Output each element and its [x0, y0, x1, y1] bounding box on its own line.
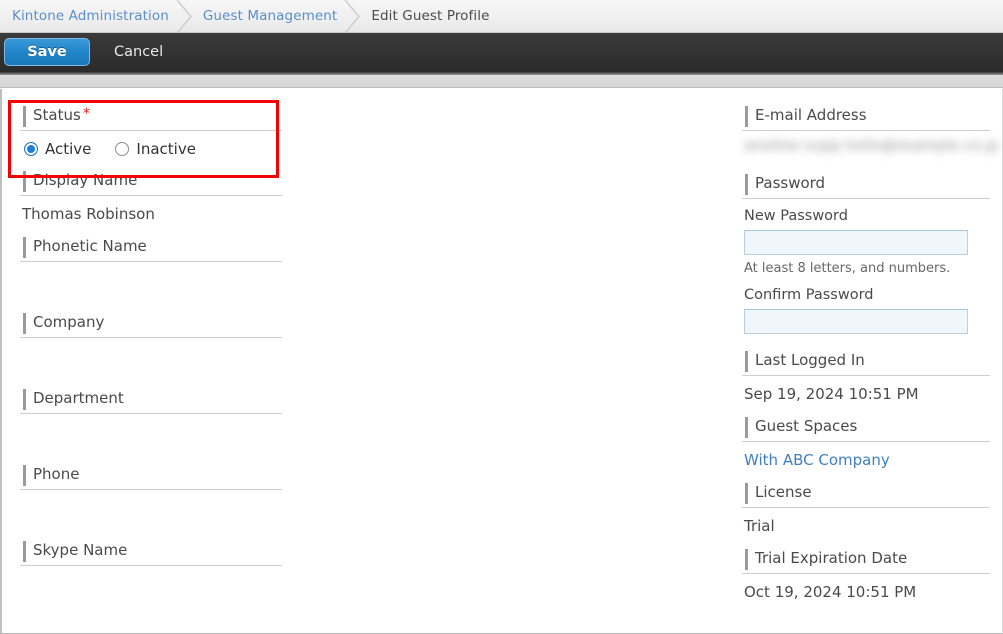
department-label: Department	[20, 388, 282, 414]
phone-label: Phone	[20, 464, 282, 490]
breadcrumb-item-edit-guest-profile: Edit Guest Profile	[371, 8, 490, 24]
left-column: Status * Active Inactive Display Name Tho	[20, 105, 282, 600]
field-phone: Phone	[20, 464, 282, 524]
last-logged-in-label: Last Logged In	[742, 350, 990, 376]
skype-name-label: Skype Name	[20, 540, 282, 566]
confirm-password-label: Confirm Password	[744, 287, 874, 303]
breadcrumb-item-guest-management[interactable]: Guest Management	[203, 8, 337, 24]
field-display-name: Display Name Thomas Robinson	[20, 170, 282, 224]
radio-inactive-icon[interactable]	[115, 142, 130, 156]
field-trial-expiration-date: Trial Expiration Date Oct 19, 2024 10:51…	[742, 548, 990, 602]
display-name-label: Display Name	[20, 170, 282, 196]
email-address-label: E-mail Address	[742, 105, 990, 131]
field-status: Status * Active Inactive	[20, 105, 282, 158]
phone-value	[20, 490, 282, 524]
field-email-address: E-mail Address another.supp.hello@exampl…	[742, 105, 999, 165]
company-label: Company	[20, 312, 282, 338]
guest-spaces-value-link[interactable]: With ABC Company	[742, 442, 990, 470]
status-label: Status *	[20, 105, 282, 131]
breadcrumb-separator-icon	[169, 0, 203, 33]
new-password-label: New Password	[744, 208, 848, 224]
field-last-logged-in: Last Logged In Sep 19, 2024 10:51 PM	[742, 350, 990, 404]
email-address-value-blurred: another.supp.hello@example.co.jp	[742, 135, 999, 165]
new-password-input[interactable]	[744, 230, 968, 255]
email-address-value: another.supp.hello@example.co.jp	[744, 138, 999, 154]
phonetic-name-label: Phonetic Name	[20, 236, 282, 262]
trial-expiration-date-value: Oct 19, 2024 10:51 PM	[744, 583, 917, 601]
save-button[interactable]: Save	[4, 38, 90, 66]
status-required-marker: *	[82, 106, 90, 122]
confirm-password-input[interactable]	[744, 309, 968, 334]
radio-option-inactive[interactable]: Inactive	[115, 140, 196, 158]
password-hint: At least 8 letters, and numbers.	[744, 261, 951, 276]
skype-name-value	[20, 566, 282, 600]
password-label: Password	[742, 173, 990, 199]
field-company: Company	[20, 312, 282, 372]
radio-option-active[interactable]: Active	[24, 140, 91, 158]
action-toolbar: Save Cancel	[0, 33, 1003, 71]
radio-active-icon[interactable]	[24, 142, 38, 156]
department-value	[20, 414, 282, 448]
guest-spaces-label: Guest Spaces	[742, 416, 990, 442]
status-radio-group: Active Inactive	[20, 131, 282, 158]
field-department: Department	[20, 388, 282, 448]
field-license: License Trial	[742, 482, 990, 536]
last-logged-in-value: Sep 19, 2024 10:51 PM	[744, 385, 919, 403]
form-content: Status * Active Inactive Display Name Tho	[0, 89, 1003, 634]
company-value	[20, 338, 282, 372]
radio-inactive-label: Inactive	[136, 140, 196, 158]
breadcrumb: Kintone Administration Guest Management …	[0, 0, 1003, 33]
field-guest-spaces: Guest Spaces With ABC Company	[742, 416, 990, 470]
breadcrumb-separator-icon-2	[337, 0, 371, 33]
breadcrumb-item-kintone-administration[interactable]: Kintone Administration	[12, 8, 169, 24]
edit-guest-profile-page: Kintone Administration Guest Management …	[0, 0, 1003, 634]
field-skype-name: Skype Name	[20, 540, 282, 600]
right-column: E-mail Address another.supp.hello@exampl…	[742, 105, 999, 602]
phonetic-name-value	[20, 262, 282, 296]
display-name-value: Thomas Robinson	[22, 205, 155, 223]
field-password: Password New Password At least 8 letters…	[742, 173, 990, 334]
license-value: Trial	[744, 517, 775, 535]
field-phonetic-name: Phonetic Name	[20, 236, 282, 296]
trial-expiration-date-label: Trial Expiration Date	[742, 548, 990, 574]
status-label-text: Status	[33, 106, 81, 124]
radio-active-label: Active	[45, 140, 92, 158]
license-label: License	[742, 482, 990, 508]
toolbar-lower-band	[0, 75, 1003, 88]
cancel-button[interactable]: Cancel	[114, 44, 163, 60]
